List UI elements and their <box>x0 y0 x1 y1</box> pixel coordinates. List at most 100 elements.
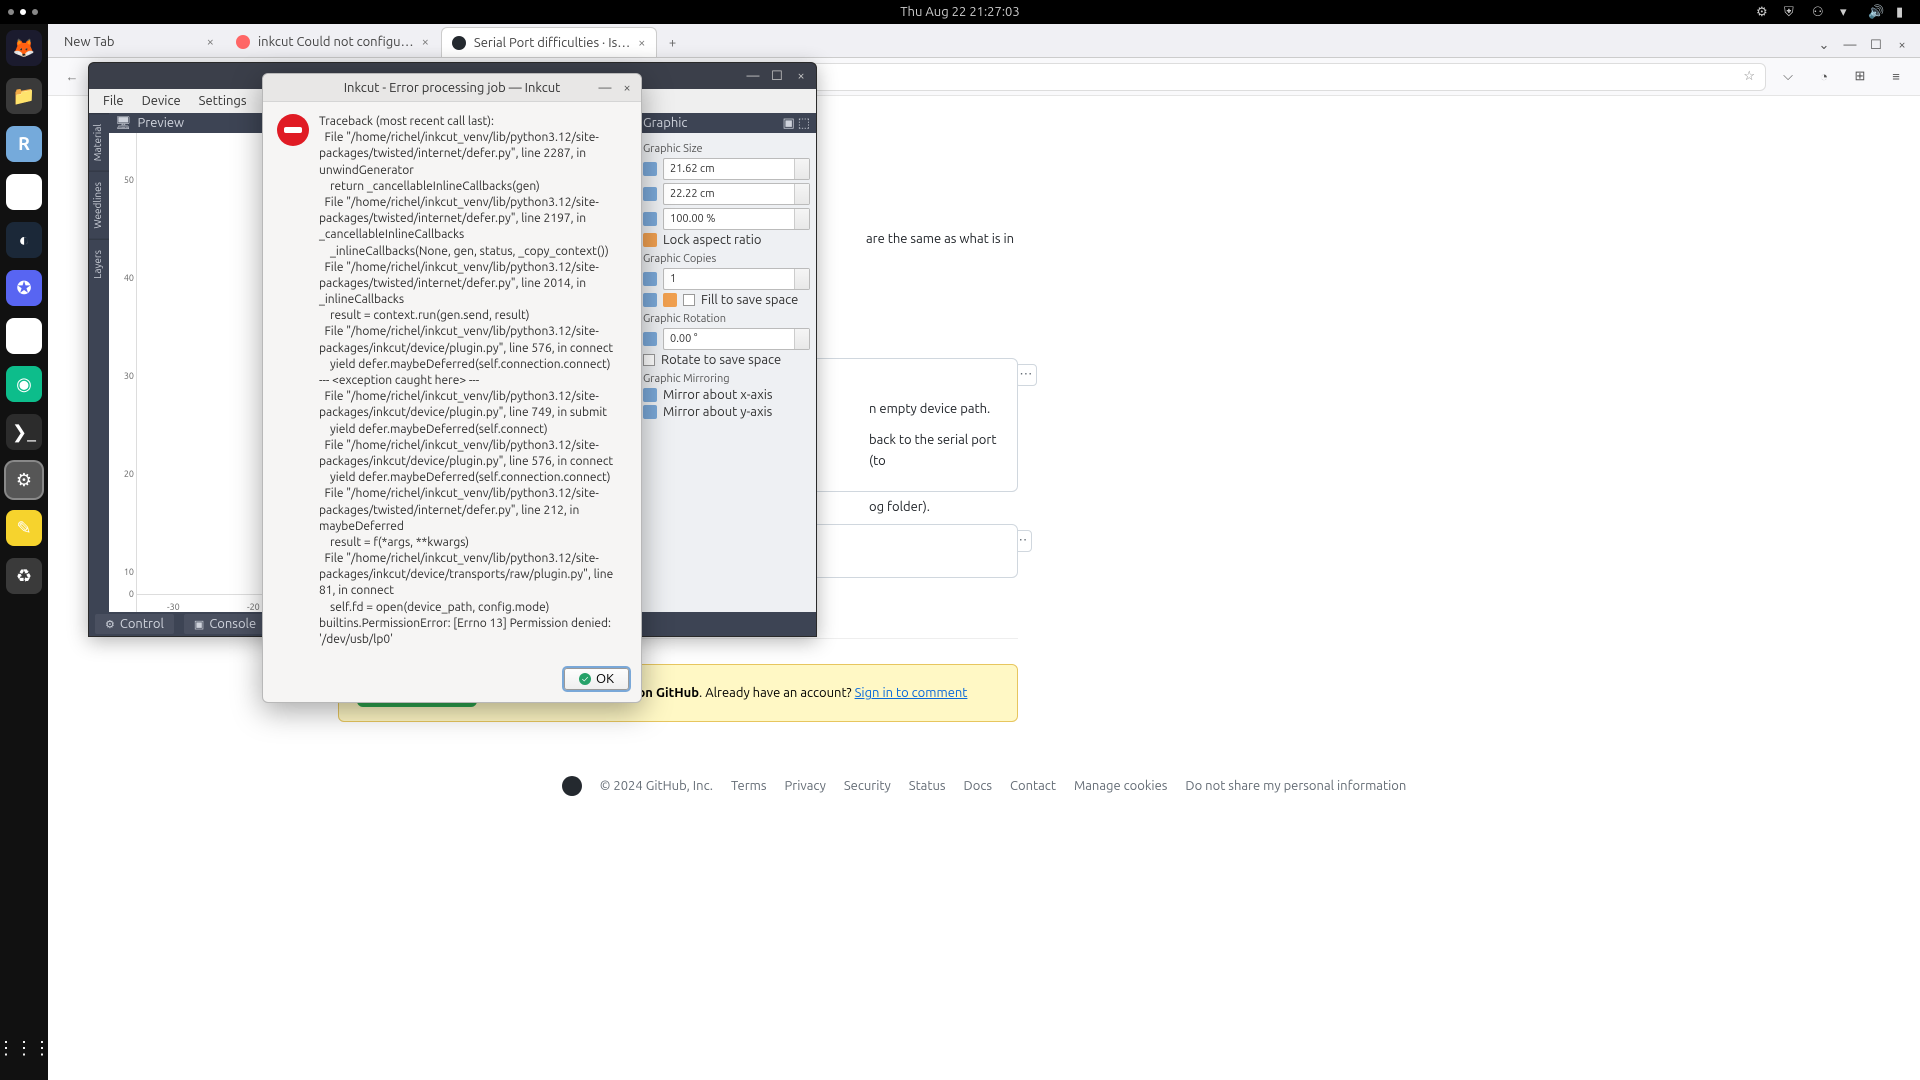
lock-aspect-label[interactable]: Lock aspect ratio <box>663 233 762 247</box>
discord-launcher[interactable]: ✪ <box>6 270 42 306</box>
extensions-icon[interactable]: ⊞ <box>1846 63 1874 91</box>
back-button[interactable]: ← <box>58 63 86 91</box>
comment-fragment: are the same as what is in <box>866 232 1014 246</box>
activities-indicator[interactable] <box>8 9 38 15</box>
new-tab-button[interactable]: + <box>659 29 687 57</box>
grid2-icon <box>663 293 677 307</box>
footer-link[interactable]: Do not share my personal information <box>1185 779 1406 793</box>
rstudio-launcher[interactable]: R <box>6 126 42 162</box>
mirror-y-label[interactable]: Mirror about y-axis <box>663 405 772 419</box>
vertical-ruler: 50 40 30 20 10 0 <box>109 133 137 612</box>
dialog-titlebar[interactable]: Inkcut - Error processing job — Inkcut —… <box>263 74 641 102</box>
minimize-button[interactable]: — <box>742 66 764 86</box>
rotation-icon <box>643 332 657 346</box>
account-icon[interactable]: ◔ <box>1810 63 1838 91</box>
width-input[interactable]: 21.62 cm <box>663 158 810 180</box>
comment-fragment: back to the serial port (to <box>869 430 1005 472</box>
height-icon <box>643 187 657 201</box>
height-input[interactable]: 22.22 cm <box>663 183 810 205</box>
mirror-x-label[interactable]: Mirror about x-axis <box>663 388 773 402</box>
close-button[interactable]: × <box>617 79 637 97</box>
close-button[interactable]: × <box>1890 33 1914 57</box>
wifi-icon[interactable]: ▾ <box>1840 5 1854 19</box>
close-icon[interactable]: × <box>207 35 214 49</box>
footer-link[interactable]: Security <box>844 779 891 793</box>
rotate-save-checkbox[interactable] <box>643 354 655 366</box>
mirror-x-icon <box>643 388 657 402</box>
close-icon[interactable]: × <box>638 36 645 50</box>
monitor-icon: 🖥 <box>115 116 132 131</box>
slack-launcher[interactable]: ✳ <box>6 318 42 354</box>
maximize-button[interactable]: ☐ <box>766 66 788 86</box>
footer-link[interactable]: Manage cookies <box>1074 779 1167 793</box>
vertical-tab-bar: Material Weedlines Layers <box>89 113 109 612</box>
footer-link[interactable]: Contact <box>1010 779 1056 793</box>
favicon-icon <box>236 35 250 49</box>
minimize-button[interactable]: — <box>595 79 615 97</box>
fill-checkbox[interactable] <box>683 294 695 306</box>
element-launcher[interactable]: ◉ <box>6 366 42 402</box>
files-launcher[interactable]: 📁 <box>6 78 42 114</box>
footer-link[interactable]: Terms <box>731 779 767 793</box>
grid-icon <box>643 293 657 307</box>
error-dialog: Inkcut - Error processing job — Inkcut —… <box>262 73 642 703</box>
volume-icon[interactable]: 🔊 <box>1868 5 1882 19</box>
panel-pin-icon[interactable]: ▣ ⬚ <box>782 116 810 131</box>
maximize-button[interactable]: ☐ <box>1864 33 1888 57</box>
vtab-weedlines[interactable]: Weedlines <box>89 171 109 239</box>
tab-control[interactable]: ⚙ Control <box>95 614 174 634</box>
firefox-launcher[interactable]: 🦊 <box>6 30 42 66</box>
tab-new[interactable]: New Tab × <box>54 27 224 57</box>
trash-launcher[interactable]: ♻ <box>6 558 42 594</box>
menu-device[interactable]: Device <box>134 92 189 110</box>
minimize-button[interactable]: — <box>1838 33 1862 57</box>
tab-inkcut-issue[interactable]: inkcut Could not configu… × <box>226 27 439 57</box>
list-tabs-button[interactable]: ⌄ <box>1812 33 1836 57</box>
text-editor-launcher[interactable]: ✎ <box>6 510 42 546</box>
menu-settings[interactable]: Settings <box>191 92 255 110</box>
copies-icon <box>643 272 657 286</box>
favicon-icon <box>452 36 466 50</box>
comment-menu-button[interactable]: ⋯ <box>1015 364 1037 386</box>
footer-link[interactable]: Status <box>909 779 946 793</box>
copies-input[interactable]: 1 <box>663 268 810 290</box>
dialog-title: Inkcut - Error processing job — Inkcut <box>344 81 561 95</box>
error-icon <box>277 114 309 146</box>
scale-input[interactable]: 100.00 % <box>663 208 810 230</box>
signin-link[interactable]: Sign in to comment <box>855 686 968 700</box>
rotate-save-label: Rotate to save space <box>661 353 781 367</box>
close-button[interactable]: × <box>790 66 812 86</box>
close-icon[interactable]: × <box>422 35 429 49</box>
tab-console[interactable]: ▣ Console <box>184 614 266 634</box>
rotation-input[interactable]: 0.00 ° <box>663 328 810 350</box>
error-text: Traceback (most recent call last): File … <box>319 114 627 648</box>
bookmark-star-icon[interactable]: ☆ <box>1743 69 1755 84</box>
show-applications[interactable]: ⋮⋮⋮ <box>6 1030 42 1066</box>
lock-icon <box>643 233 657 247</box>
width-icon <box>643 162 657 176</box>
steam-launcher[interactable]: ◐ <box>6 222 42 258</box>
rustrover-launcher[interactable]: RR <box>6 174 42 210</box>
accessibility-icon[interactable]: ⚇ <box>1812 5 1826 19</box>
menu-file[interactable]: File <box>95 92 132 110</box>
pocket-icon[interactable]: ⌵ <box>1774 63 1802 91</box>
settings-launcher[interactable]: ⚙ <box>6 462 42 498</box>
extension-icon[interactable]: ⚙ <box>1756 5 1770 19</box>
mirror-y-icon <box>643 405 657 419</box>
battery-icon[interactable]: ▮ <box>1896 5 1910 19</box>
hamburger-menu[interactable]: ≡ <box>1882 63 1910 91</box>
github-footer: © 2024 GitHub, Inc. Terms Privacy Securi… <box>48 776 1920 796</box>
vtab-material[interactable]: Material <box>89 113 109 171</box>
ubuntu-dock: 🦊 📁 R RR ◐ ✪ ✳ ◉ ❯_ ⚙ ✎ ♻ ⋮⋮⋮ <box>0 24 48 1080</box>
vtab-layers[interactable]: Layers <box>89 239 109 289</box>
comment-fragment: n empty device path. <box>869 399 1005 420</box>
footer-link[interactable]: Privacy <box>785 779 826 793</box>
footer-link[interactable]: Docs <box>964 779 992 793</box>
ok-label: OK <box>596 672 614 686</box>
ok-button[interactable]: ✓ OK <box>564 668 629 690</box>
shield-icon[interactable]: ⛨ <box>1784 5 1798 19</box>
panel-title: Preview <box>138 116 185 130</box>
tab-serial-port[interactable]: Serial Port difficulties · Is… × <box>441 27 657 57</box>
terminal-launcher[interactable]: ❯_ <box>6 414 42 450</box>
clock[interactable]: Thu Aug 22 21:27:03 <box>900 5 1019 19</box>
